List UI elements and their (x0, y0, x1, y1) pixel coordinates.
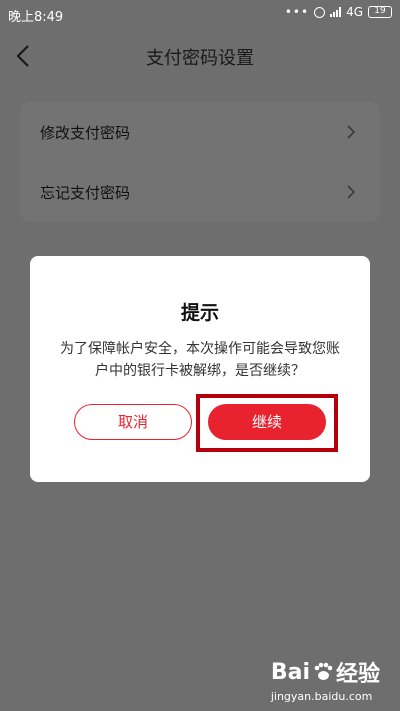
watermark-brand-suffix: 经验 (335, 662, 380, 687)
chevron-right-icon (346, 124, 356, 140)
battery-icon: 19 (368, 6, 392, 18)
page-title: 支付密码设置 (146, 48, 254, 69)
signal-icon (330, 7, 342, 17)
network-type: 4G (346, 5, 363, 19)
paw-icon (312, 662, 334, 682)
nav-bar: 支付密码设置 (0, 28, 400, 84)
menu-card: 修改支付密码 忘记支付密码 (20, 102, 380, 222)
notification-dots: ••• (284, 5, 310, 19)
continue-button[interactable]: 继续 (208, 404, 326, 440)
status-bar: 晚上8:49 ••• 4G 19 (0, 0, 400, 28)
menu-item-label: 修改支付密码 (40, 124, 131, 142)
confirm-dialog: 提示 为了保障帐户安全，本次操作可能会导致您账户中的银行卡被解绑，是否继续？ 取… (30, 256, 370, 482)
watermark: Bai 经验 jingyan.baidu.com (270, 656, 380, 704)
menu-item-forgot-password[interactable]: 忘记支付密码 (20, 162, 380, 222)
watermark-domain: jingyan.baidu.com (270, 690, 373, 703)
menu-item-change-password[interactable]: 修改支付密码 (20, 102, 380, 162)
dialog-message: 为了保障帐户安全，本次操作可能会导致您账户中的银行卡被解绑，是否继续？ (60, 341, 340, 379)
alarm-icon (314, 6, 326, 18)
menu-item-label: 忘记支付密码 (40, 184, 131, 202)
watermark-brand-prefix: Bai (270, 659, 310, 685)
watermark-brand: Bai 经验 (271, 656, 380, 688)
dialog-title: 提示 (180, 302, 219, 324)
status-icons: ••• 4G 19 (285, 5, 392, 19)
status-time: 晚上8:49 (8, 10, 64, 25)
chevron-right-icon (346, 184, 356, 200)
cancel-button[interactable]: 取消 (74, 404, 192, 440)
